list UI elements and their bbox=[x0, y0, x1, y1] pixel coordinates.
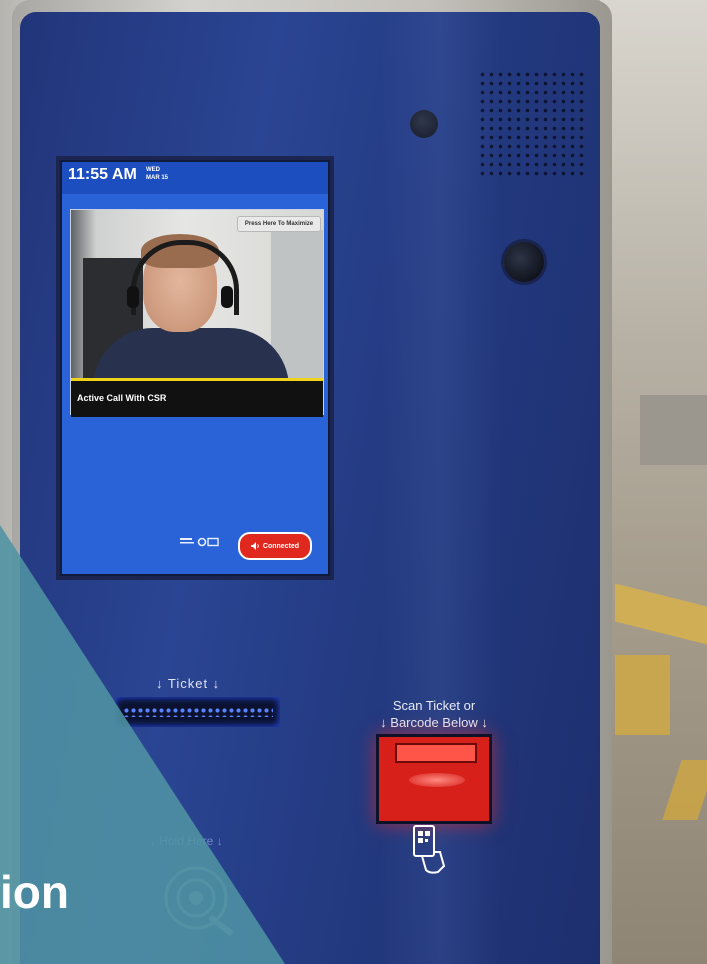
overlay-title: ion bbox=[0, 866, 69, 918]
teal-overlay-banner bbox=[0, 525, 285, 964]
